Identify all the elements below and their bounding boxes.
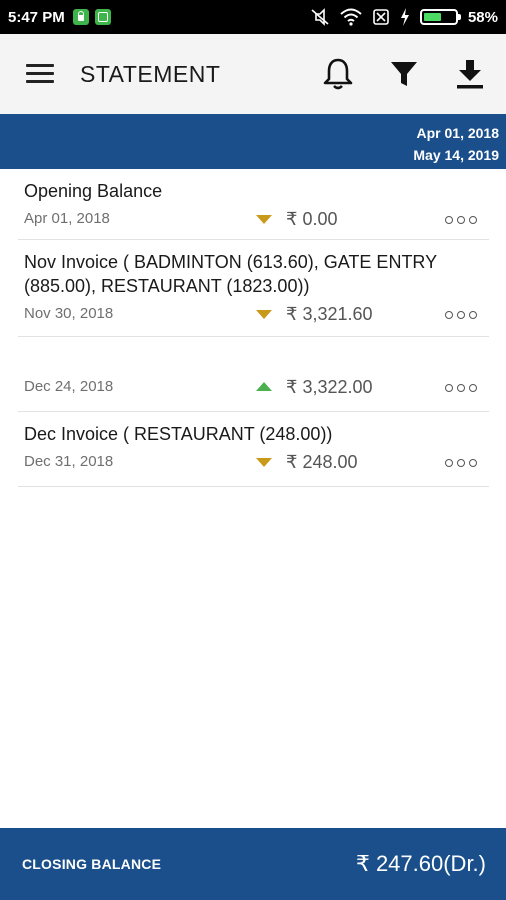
- transaction-amount: ₹ 0.00: [286, 209, 338, 229]
- arrow-down-icon: [256, 458, 272, 467]
- battery-percent: 58%: [467, 8, 498, 26]
- mute-icon: [311, 8, 329, 26]
- more-options-icon[interactable]: [445, 216, 477, 224]
- transaction-amount: ₹ 248.00: [286, 452, 358, 472]
- transaction-title: [18, 337, 489, 371]
- arrow-down-icon: [256, 310, 272, 319]
- wifi-icon: [340, 8, 362, 26]
- arrow-up-icon: [256, 382, 272, 391]
- battery-icon: [419, 9, 461, 25]
- battery-fill: [423, 13, 442, 21]
- filter-button[interactable]: [386, 56, 422, 92]
- transaction-amount: ₹ 3,321.60: [286, 304, 373, 324]
- filter-icon: [391, 62, 417, 86]
- transaction-row[interactable]: Dec 24, 2018 ₹ 3,322.00: [18, 337, 489, 412]
- download-button[interactable]: [452, 56, 488, 92]
- transaction-title: Opening Balance: [24, 181, 163, 201]
- date-range-from: Apr 01, 2018: [416, 125, 500, 141]
- arrow-down-icon: [256, 215, 272, 224]
- closing-balance-label: CLOSING BALANCE: [22, 856, 162, 872]
- menu-icon[interactable]: [26, 64, 54, 84]
- date-range-band: Apr 01, 2018 May 14, 2019: [0, 114, 506, 169]
- bell-icon: [323, 58, 353, 90]
- transaction-date: Dec 24, 2018: [24, 378, 114, 395]
- closing-balance-value: ₹ 247.60(Dr.): [355, 851, 486, 876]
- transaction-date: Nov 30, 2018: [24, 305, 114, 322]
- transaction-title: Dec Invoice ( RESTAURANT (248.00)): [24, 424, 333, 444]
- closing-balance-bar: CLOSING BALANCE ₹ 247.60(Dr.): [0, 828, 506, 900]
- notifications-button[interactable]: [320, 56, 356, 92]
- page-title: STATEMENT: [80, 60, 221, 87]
- transaction-row[interactable]: Opening Balance Apr 01, 2018 ₹ 0.00: [18, 169, 489, 240]
- transaction-row[interactable]: Nov Invoice ( BADMINTON (613.60), GATE E…: [18, 240, 489, 337]
- transaction-date: Dec 31, 2018: [24, 453, 114, 470]
- status-bar: 5:47 PM 58%: [0, 0, 506, 34]
- transaction-amount: ₹ 3,322.00: [286, 377, 373, 397]
- lock-icon: [72, 9, 89, 25]
- date-range-to: May 14, 2019: [413, 147, 499, 163]
- more-options-icon[interactable]: [445, 384, 477, 392]
- transaction-row[interactable]: Dec Invoice ( RESTAURANT (248.00)) Dec 3…: [18, 412, 489, 487]
- transaction-title: Nov Invoice ( BADMINTON (613.60), GATE E…: [24, 252, 437, 296]
- download-icon: [457, 60, 483, 89]
- more-options-icon[interactable]: [445, 311, 477, 319]
- app-bar: STATEMENT: [0, 34, 506, 114]
- status-time: 5:47 PM: [8, 8, 65, 26]
- square-icon: [94, 9, 111, 25]
- sim-off-icon: [373, 9, 389, 25]
- transaction-date: Apr 01, 2018: [24, 210, 110, 227]
- transaction-list: Opening Balance Apr 01, 2018 ₹ 0.00 Nov …: [18, 169, 489, 487]
- more-options-icon[interactable]: [445, 459, 477, 467]
- charging-icon: [400, 8, 409, 26]
